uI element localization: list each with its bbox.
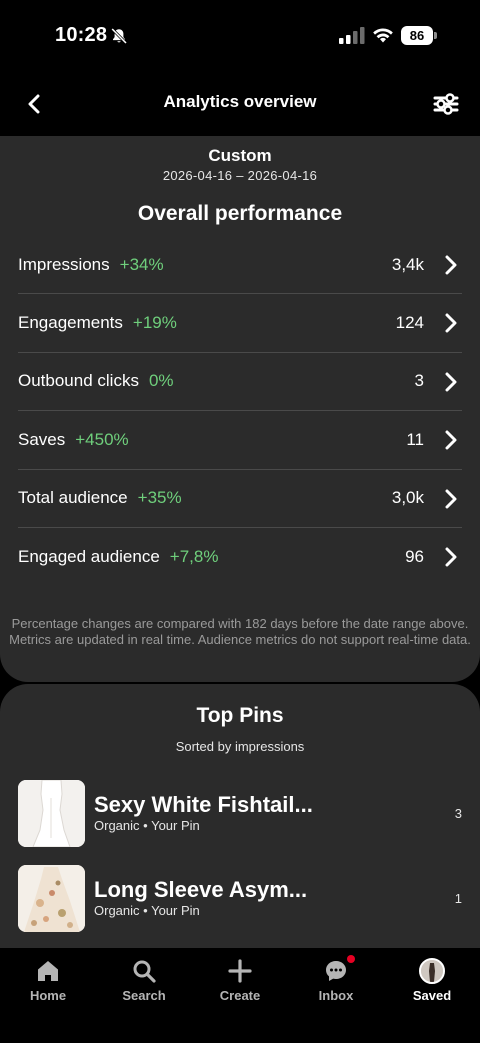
metric-change: +19% bbox=[132, 313, 177, 333]
metric-row-impressions[interactable]: Impressions +34% 3,4k bbox=[18, 236, 462, 295]
tab-create[interactable]: Create bbox=[192, 958, 288, 1008]
top-pins-card: Top Pins Sorted by impressions Sexy Whit… bbox=[0, 684, 480, 984]
top-pins-title: Top Pins bbox=[196, 704, 284, 727]
metric-change: +35% bbox=[137, 488, 182, 508]
pin-title: Long Sleeve Asym... bbox=[94, 877, 308, 902]
analytics-screen: 10:28 86 Analytics overview Custom 2026-… bbox=[0, 0, 480, 1043]
status-bar: 10:28 86 bbox=[0, 0, 480, 70]
metric-value: 3,4k bbox=[391, 254, 424, 274]
bell-slash-icon bbox=[111, 27, 128, 45]
pin-thumbnail bbox=[18, 780, 85, 847]
metric-label: Saves bbox=[18, 429, 66, 449]
pin-owner: Your Pin bbox=[151, 903, 200, 918]
avatar bbox=[419, 958, 445, 984]
tab-label: Saved bbox=[412, 988, 452, 1003]
tab-inbox[interactable]: Inbox bbox=[288, 955, 384, 1008]
cellular-signal-icon bbox=[339, 27, 365, 44]
app-header: Analytics overview bbox=[0, 80, 480, 126]
sliders-icon bbox=[433, 93, 459, 115]
metric-label: Engagements bbox=[18, 313, 123, 333]
chevron-right-icon bbox=[445, 372, 457, 392]
metric-value: 3 bbox=[414, 371, 424, 391]
pin-meta: Organic • Your Pin bbox=[94, 818, 200, 833]
notification-dot bbox=[347, 955, 355, 963]
metric-value: 124 bbox=[395, 313, 424, 333]
tab-label: Inbox bbox=[318, 988, 354, 1003]
metric-value: 11 bbox=[406, 429, 424, 449]
search-icon bbox=[131, 958, 157, 984]
pin-source: Organic bbox=[94, 818, 140, 833]
battery-icon: 86 bbox=[401, 26, 437, 45]
performance-title: Overall performance bbox=[137, 202, 343, 225]
metric-change: +34% bbox=[119, 254, 164, 274]
metric-row-total-audience[interactable]: Total audience +35% 3,0k bbox=[18, 470, 462, 528]
performance-card: Custom 2026-04-16 – 2026-04-16 Overall p… bbox=[0, 136, 480, 682]
top-pins-sort-label: Sorted by impressions bbox=[175, 739, 305, 754]
metric-change: 0% bbox=[148, 371, 174, 391]
chevron-right-icon bbox=[445, 255, 457, 275]
pin-count: 1 bbox=[454, 891, 462, 906]
bottom-tab-bar: Home Search Create Inbox Saved bbox=[0, 948, 480, 1043]
date-range-label[interactable]: Custom bbox=[0, 146, 480, 166]
metric-value: 3,0k bbox=[391, 488, 424, 508]
filter-button[interactable] bbox=[430, 88, 462, 120]
metric-row-saves[interactable]: Saves +450% 11 bbox=[18, 411, 462, 470]
metric-label: Impressions bbox=[18, 254, 110, 274]
chevron-right-icon bbox=[445, 430, 457, 450]
wifi-icon bbox=[373, 28, 393, 43]
metric-row-engaged-audience[interactable]: Engaged audience +7,8% 96 bbox=[18, 528, 462, 586]
avatar-icon bbox=[419, 958, 445, 984]
metric-label: Engaged audience bbox=[18, 547, 160, 567]
pin-source: Organic bbox=[94, 903, 140, 918]
metric-list: Impressions +34% 3,4k Engagements +19% 1… bbox=[18, 236, 462, 586]
pin-row[interactable]: Sexy White Fishtail... Organic • Your Pi… bbox=[18, 780, 462, 848]
tab-home[interactable]: Home bbox=[0, 958, 96, 1008]
bullet-separator: • bbox=[143, 818, 152, 833]
metric-row-outbound-clicks[interactable]: Outbound clicks 0% 3 bbox=[18, 353, 462, 412]
pin-owner: Your Pin bbox=[151, 818, 200, 833]
tab-saved[interactable]: Saved bbox=[384, 958, 480, 1008]
pin-title: Sexy White Fishtail... bbox=[94, 792, 313, 817]
metric-label: Outbound clicks bbox=[18, 371, 139, 391]
metric-label: Total audience bbox=[18, 488, 128, 508]
metric-change: +7,8% bbox=[169, 547, 219, 567]
chat-icon bbox=[323, 955, 355, 984]
home-icon bbox=[35, 958, 61, 984]
metric-change: +450% bbox=[75, 429, 129, 449]
date-range-dates: 2026-04-16 – 2026-04-16 bbox=[162, 168, 318, 183]
pin-count: 3 bbox=[454, 806, 462, 821]
plus-icon bbox=[227, 958, 253, 984]
performance-note: Percentage changes are compared with 182… bbox=[9, 616, 471, 647]
pin-thumbnail bbox=[18, 865, 85, 932]
metric-row-engagements[interactable]: Engagements +19% 124 bbox=[18, 294, 462, 353]
chevron-right-icon bbox=[445, 547, 457, 567]
chevron-right-icon bbox=[445, 489, 457, 509]
pin-row[interactable]: Long Sleeve Asym... Organic • Your Pin 1 bbox=[18, 865, 462, 933]
status-time: 10:28 bbox=[55, 24, 108, 46]
tab-label: Create bbox=[219, 988, 261, 1003]
page-title: Analytics overview bbox=[163, 92, 317, 111]
tab-search[interactable]: Search bbox=[96, 958, 192, 1008]
tab-label: Search bbox=[122, 988, 166, 1003]
chevron-right-icon bbox=[445, 313, 457, 333]
tab-label: Home bbox=[29, 988, 67, 1003]
metric-value: 96 bbox=[405, 547, 424, 567]
pin-meta: Organic • Your Pin bbox=[94, 903, 200, 918]
bullet-separator: • bbox=[143, 903, 152, 918]
battery-level: 86 bbox=[401, 26, 433, 45]
